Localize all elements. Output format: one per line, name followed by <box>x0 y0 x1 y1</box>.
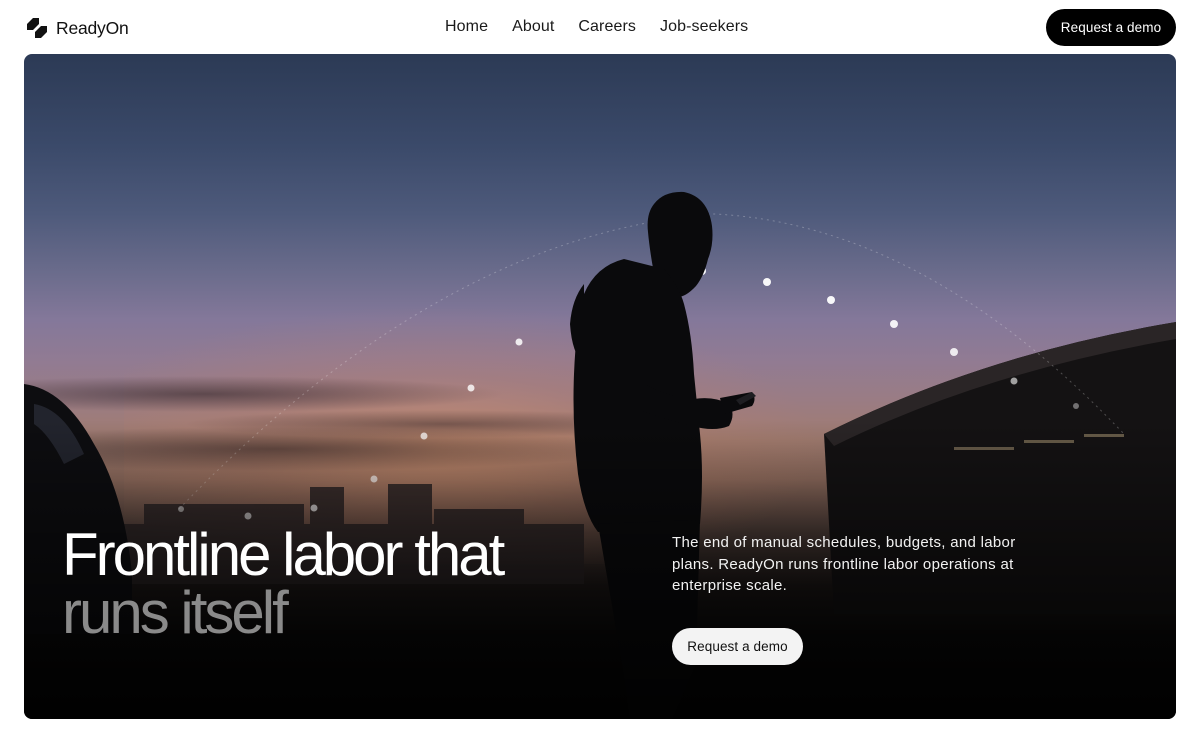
hero-title-line1: Frontline labor that <box>62 521 505 588</box>
brand-name: ReadyOn <box>56 17 129 38</box>
site-header: ReadyOn Home About Careers Job-seekers R… <box>0 0 1200 54</box>
hero-section: Frontline labor that runs itself The end… <box>24 54 1176 719</box>
nav-home[interactable]: Home <box>445 18 488 36</box>
hero-request-demo-button[interactable]: Request a demo <box>672 628 803 665</box>
header-request-demo-button[interactable]: Request a demo <box>1046 9 1176 46</box>
hero-title: Frontline labor that runs itself <box>62 521 622 646</box>
nav-careers[interactable]: Careers <box>578 18 636 36</box>
nav-about[interactable]: About <box>512 18 554 36</box>
nav-job-seekers[interactable]: Job-seekers <box>660 18 748 36</box>
brand-logo-link[interactable]: ReadyOn <box>24 14 129 42</box>
hero-title-line2: runs itself <box>62 579 289 646</box>
hero-description: The end of manual schedules, budgets, an… <box>672 534 1016 594</box>
readyon-logo-icon <box>27 18 47 38</box>
main-nav: Home About Careers Job-seekers <box>445 16 748 38</box>
